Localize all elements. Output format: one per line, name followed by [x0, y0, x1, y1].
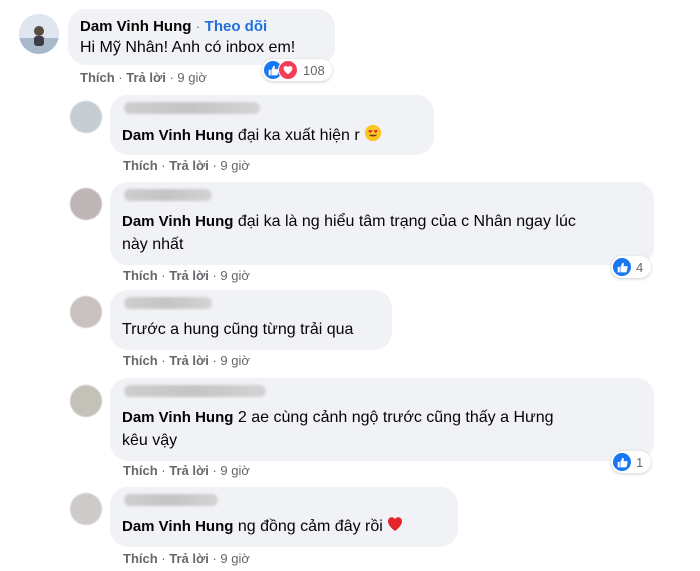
timestamp[interactable]: 9 giờ: [220, 463, 250, 478]
separator-dot: ·: [195, 19, 201, 34]
red-heart-emoji: [387, 516, 403, 538]
comment-actions: Thích · Trả lời · 9 giờ: [80, 70, 207, 85]
reply-avatar[interactable]: [70, 296, 102, 328]
reply-button[interactable]: Trả lời: [169, 551, 209, 566]
mention-link[interactable]: Dam Vinh Hung: [122, 127, 233, 144]
reaction-summary[interactable]: 4: [611, 256, 651, 278]
blurred-author-name: [124, 102, 260, 114]
reply-actions: Thích · Trả lời · 9 giờ: [123, 353, 250, 368]
reaction-count: 1: [636, 454, 644, 470]
reply-bubble: Dam Vinh Hung đại ka xuất hiện r: [110, 95, 434, 155]
reply-button[interactable]: Trả lời: [169, 353, 209, 368]
like-button[interactable]: Thích: [123, 551, 158, 566]
reply-bubble: Dam Vinh Hung 2 ae cùng cảnh ngộ trước c…: [110, 378, 654, 461]
reply-text: đại ka là ng hiểu tâm trạng của c Nhân n…: [233, 213, 576, 230]
reply-button[interactable]: Trả lời: [126, 70, 166, 85]
comment-author[interactable]: Dam Vinh Hung: [80, 18, 191, 35]
reaction-summary[interactable]: 108: [262, 59, 332, 81]
like-button[interactable]: Thích: [123, 158, 158, 173]
reply-text-continued: này nhất: [122, 236, 184, 253]
reply-button[interactable]: Trả lời: [169, 158, 209, 173]
reply-avatar[interactable]: [70, 493, 102, 525]
timestamp[interactable]: 9 giờ: [177, 70, 207, 85]
reaction-count: 4: [636, 259, 644, 275]
blurred-author-name: [124, 385, 266, 397]
reply-avatar[interactable]: [70, 101, 102, 133]
reply-actions: Thích · Trả lời · 9 giờ: [123, 551, 250, 566]
reply-actions: Thích · Trả lời · 9 giờ: [123, 158, 250, 173]
like-button[interactable]: Thích: [123, 463, 158, 478]
commenter-avatar[interactable]: [19, 14, 59, 54]
reply-actions: Thích · Trả lời · 9 giờ: [123, 463, 250, 478]
reply-bubble: Trước a hung cũng từng trải qua: [110, 290, 392, 350]
mention-link[interactable]: Dam Vinh Hung: [122, 409, 233, 426]
reply-button[interactable]: Trả lời: [169, 463, 209, 478]
like-button[interactable]: Thích: [80, 70, 115, 85]
main-comment-bubble: Dam Vinh Hung · Theo dõi Hi Mỹ Nhân! Anh…: [68, 9, 335, 65]
reply-text: 2 ae cùng cảnh ngộ trước cũng thấy a Hưn…: [233, 409, 554, 426]
timestamp[interactable]: 9 giờ: [220, 158, 250, 173]
like-button[interactable]: Thích: [123, 353, 158, 368]
blurred-author-name: [124, 297, 212, 309]
like-button[interactable]: Thích: [123, 268, 158, 283]
mention-link[interactable]: Dam Vinh Hung: [122, 518, 233, 535]
timestamp[interactable]: 9 giờ: [220, 268, 250, 283]
comment-text: Hi Mỹ Nhân! Anh có inbox em!: [80, 39, 296, 56]
reaction-summary[interactable]: 1: [611, 451, 651, 473]
reply-text: ng đồng cảm đây rồi: [233, 518, 383, 536]
blurred-author-name: [124, 189, 212, 201]
reply-text: đại ka xuất hiện r: [233, 127, 360, 145]
reply-button[interactable]: Trả lời: [169, 268, 209, 283]
timestamp[interactable]: 9 giờ: [220, 353, 250, 368]
like-icon: [613, 258, 631, 276]
love-icon: [278, 60, 298, 80]
reaction-count: 108: [303, 62, 325, 78]
avatar-photo: [19, 14, 59, 54]
reply-bubble: Dam Vinh Hung đại ka là ng hiểu tâm trạn…: [110, 182, 654, 265]
heart-eyes-emoji: [364, 124, 382, 148]
reply-text-continued: kêu vậy: [122, 432, 178, 449]
reply-avatar[interactable]: [70, 188, 102, 220]
reply-avatar[interactable]: [70, 385, 102, 417]
like-icon: [613, 453, 631, 471]
follow-button[interactable]: Theo dõi: [205, 18, 268, 35]
reply-text: Trước a hung cũng từng trải qua: [122, 321, 354, 338]
timestamp[interactable]: 9 giờ: [220, 551, 250, 566]
reply-actions: Thích · Trả lời · 9 giờ: [123, 268, 250, 283]
mention-link[interactable]: Dam Vinh Hung: [122, 213, 233, 230]
blurred-author-name: [124, 494, 218, 506]
reply-bubble: Dam Vinh Hung ng đồng cảm đây rồi: [110, 487, 458, 547]
